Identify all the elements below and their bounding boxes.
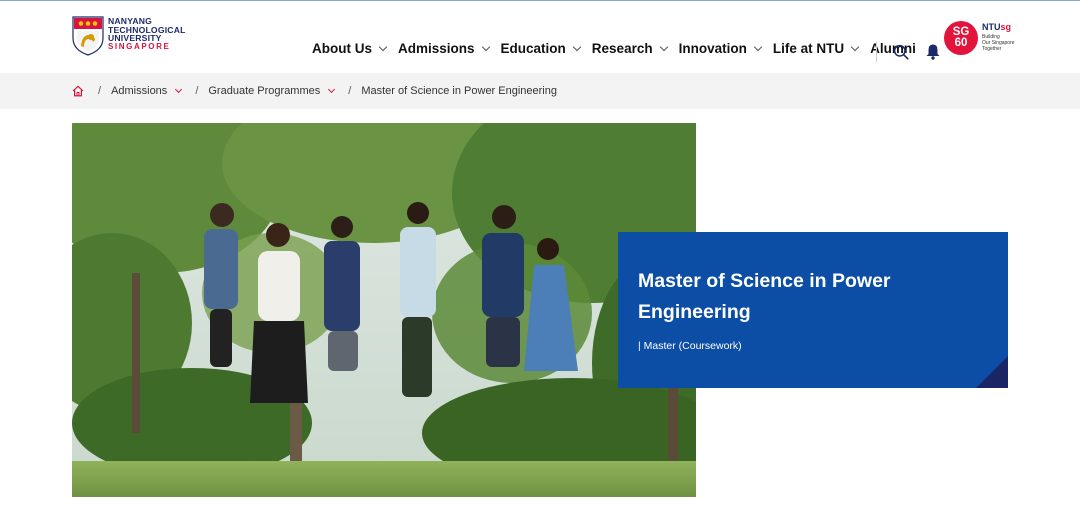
hero-photo	[72, 123, 696, 497]
hero-photo-illustration	[72, 123, 696, 497]
site-header: NANYANG TECHNOLOGICAL UNIVERSITY SINGAPO…	[0, 1, 1080, 73]
chevron-down-icon	[328, 85, 336, 94]
nav-label: Research	[591, 41, 653, 56]
nav-label: About Us	[312, 41, 372, 56]
breadcrumb-separator: /	[348, 85, 352, 97]
sg60-badge[interactable]: SG 60	[944, 21, 978, 55]
nav-label: Education	[500, 41, 566, 56]
breadcrumb-label: Admissions	[111, 85, 168, 97]
breadcrumb-separator: /	[195, 85, 199, 97]
programme-title-card: Master of Science in Power Engineering |…	[618, 232, 1008, 388]
breadcrumb: / Admissions / Graduate Programmes / Mas…	[0, 73, 1080, 109]
breadcrumb-separator: /	[98, 85, 102, 97]
search-icon[interactable]	[893, 44, 909, 60]
logo-line-singapore: SINGAPORE	[108, 41, 171, 51]
nav-admissions[interactable]: Admissions	[398, 41, 490, 56]
nav-life-at-ntu[interactable]: Life at NTU	[772, 41, 860, 56]
nav-education[interactable]: Education	[500, 41, 582, 56]
ntusg-brand: NTUsg Building Our Singapore Together	[982, 22, 1015, 52]
breadcrumb-graduate-programmes[interactable]: Graduate Programmes	[208, 85, 336, 97]
ntusg-tagline: Together	[982, 46, 1002, 52]
chevron-down-icon	[753, 42, 763, 51]
nav-innovation[interactable]: Innovation	[678, 41, 763, 56]
nav-research[interactable]: Research	[591, 41, 668, 56]
chevron-down-icon	[572, 42, 582, 51]
nav-label: Innovation	[678, 41, 747, 56]
breadcrumb-current: Master of Science in Power Engineering	[361, 85, 557, 97]
main-nav: About Us Admissions Education Research I…	[312, 41, 928, 56]
bell-icon[interactable]	[925, 43, 941, 60]
crest-icon	[72, 16, 104, 56]
sg60-line: 60	[954, 37, 968, 49]
nav-label: Admissions	[398, 41, 475, 56]
breadcrumb-label: Graduate Programmes	[208, 85, 321, 97]
chevron-down-icon	[659, 42, 668, 51]
ntusg-suffix: sg	[1000, 22, 1012, 32]
chevron-down-icon	[175, 85, 183, 94]
ntu-logo[interactable]: NANYANG TECHNOLOGICAL UNIVERSITY SINGAPO…	[72, 16, 192, 60]
ntusg-prefix: NTU	[982, 22, 1001, 32]
chevron-down-icon	[850, 42, 860, 51]
nav-divider	[876, 42, 877, 62]
breadcrumb-admissions[interactable]: Admissions	[111, 85, 183, 97]
page-fold-decoration	[976, 356, 1008, 388]
nav-about-us[interactable]: About Us	[312, 41, 388, 56]
chevron-down-icon	[378, 42, 388, 51]
home-icon[interactable]	[72, 85, 84, 97]
page-title: Master of Science in Power Engineering	[638, 270, 891, 323]
nav-label: Life at NTU	[772, 41, 845, 56]
programme-type: | Master (Coursework)	[638, 340, 742, 352]
chevron-down-icon	[481, 42, 490, 51]
